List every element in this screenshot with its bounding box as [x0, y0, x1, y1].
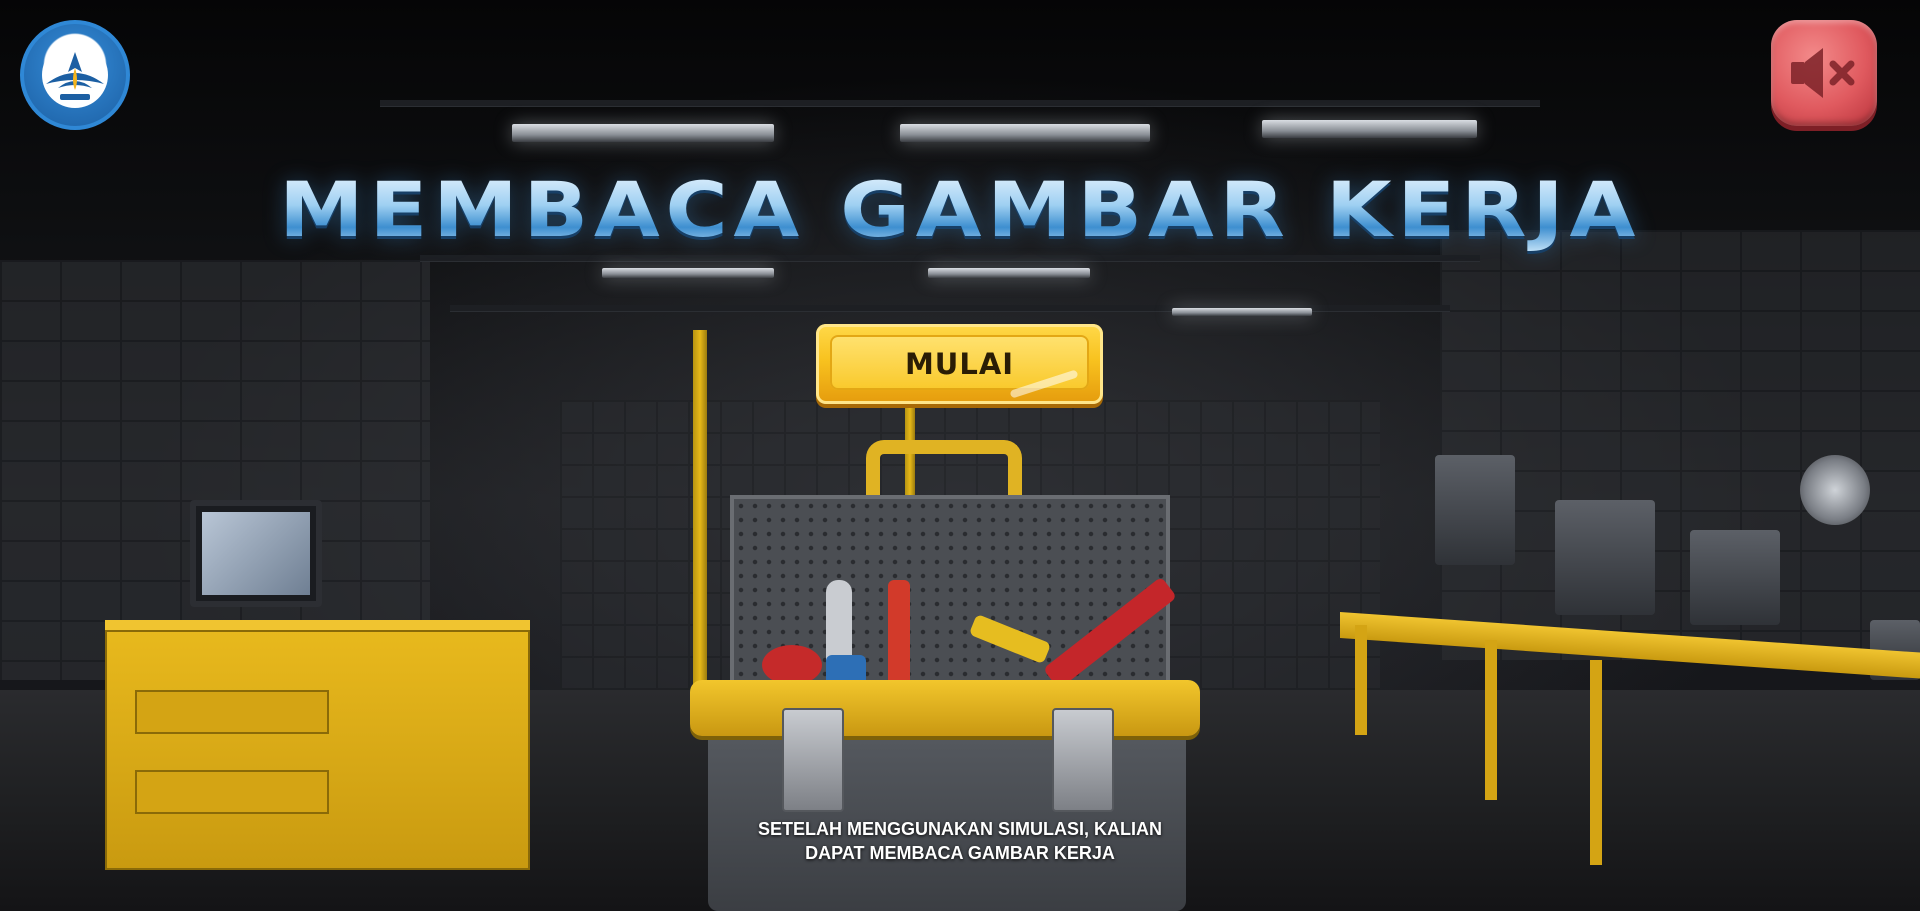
ceiling-light — [900, 124, 1150, 142]
pliers-tool — [762, 645, 822, 685]
left-workbench — [105, 620, 530, 870]
ceiling-light — [1172, 308, 1312, 316]
learning-objective-line-1: SETELAH MENGGUNAKAN SIMULASI, KALIAN — [758, 819, 1162, 839]
toolbox-latch — [1052, 708, 1114, 812]
speaker-mute-icon — [1791, 48, 1855, 98]
toolbox-latch — [782, 708, 844, 812]
bench-leg — [1485, 640, 1497, 800]
bench-leg — [1590, 660, 1602, 865]
start-button-label: MULAI — [904, 347, 1015, 381]
machine — [1435, 455, 1515, 565]
toolbox-rim — [690, 680, 1200, 736]
ceiling-light — [602, 268, 774, 278]
ceiling-light — [512, 124, 774, 142]
tut-wuri-handayani-logo — [20, 20, 130, 130]
game-title: MEMBACA GAMBAR KERJA — [0, 165, 1920, 254]
computer-monitor — [190, 500, 322, 607]
game-start-screen: MEMBACA GAMBAR KERJA MULAI SETELAH MENGG… — [0, 0, 1920, 911]
ceiling-beam — [380, 100, 1540, 106]
ceiling-light — [1262, 120, 1477, 138]
mute-button[interactable] — [1771, 20, 1877, 126]
toolbox-handle — [866, 440, 1022, 496]
screwdriver-tool — [888, 580, 910, 690]
learning-objective-text: SETELAH MENGGUNAKAN SIMULASI, KALIAN DAP… — [660, 817, 1260, 865]
start-button[interactable]: MULAI — [816, 324, 1103, 404]
gauge — [1800, 455, 1870, 525]
ceiling-beam — [420, 255, 1480, 261]
ceiling-light — [928, 268, 1090, 278]
right-wall — [1440, 230, 1920, 660]
drawer — [135, 770, 329, 814]
machine — [1555, 500, 1655, 615]
bench-leg — [1355, 625, 1367, 735]
machine — [1690, 530, 1780, 625]
yellow-pillar — [693, 330, 707, 700]
logo-emblem-icon — [42, 42, 108, 108]
left-wall — [0, 260, 430, 680]
learning-objective-line-2: DAPAT MEMBACA GAMBAR KERJA — [805, 843, 1115, 863]
drawer — [135, 690, 329, 734]
